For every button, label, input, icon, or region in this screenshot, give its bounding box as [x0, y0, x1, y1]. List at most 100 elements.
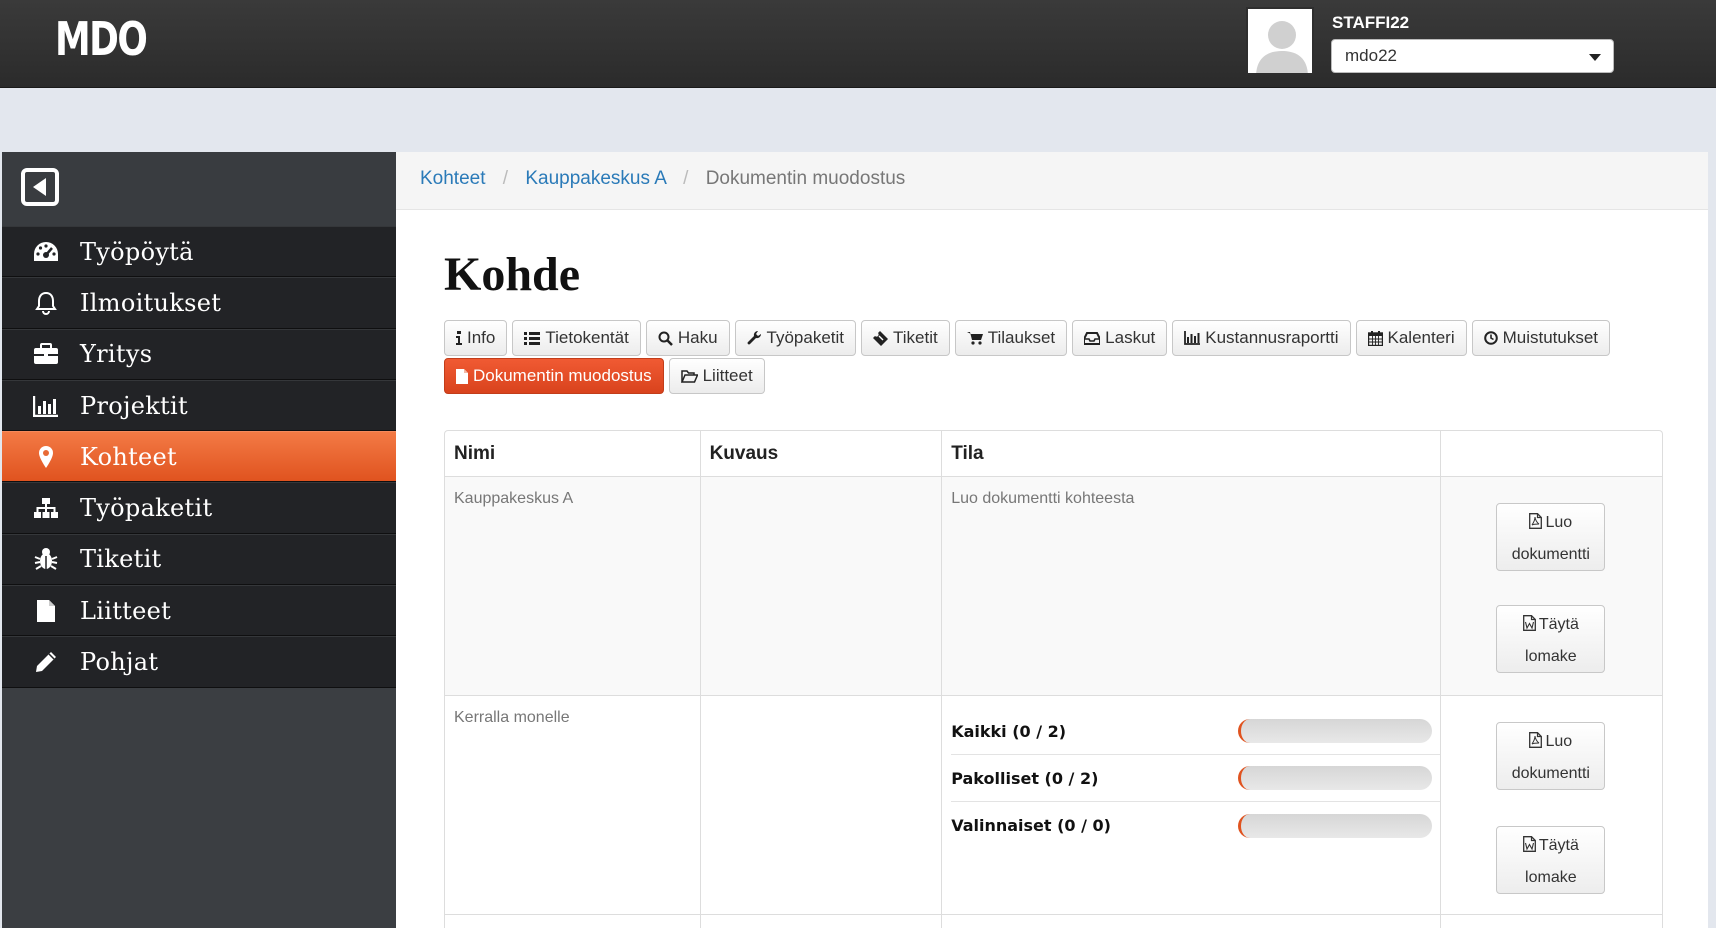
column-header-kuvaus: Kuvaus [701, 431, 943, 476]
tab-laskut[interactable]: Laskut [1072, 320, 1168, 356]
cell-description [701, 477, 943, 695]
tab-label: Laskut [1105, 328, 1156, 347]
tab-kalenteri[interactable]: Kalenteri [1355, 320, 1467, 356]
cell-empty [445, 915, 701, 928]
table-row: Kerralla monelle Kaikki (0 / 2) Pakollis… [445, 696, 1662, 915]
tab-bar: Info Tietokentät Haku Työpaketit Tiketit… [444, 320, 1684, 396]
sidebar-item-liitteet[interactable]: Liitteet [2, 585, 396, 637]
bug-icon [32, 545, 60, 573]
sidebar-item-label: Työpöytä [80, 237, 194, 266]
table-row [445, 915, 1662, 928]
sitemap-icon [32, 494, 60, 522]
action-label: dokumentti [1511, 765, 1590, 782]
tab-info[interactable]: Info [444, 320, 508, 356]
bar-chart-icon [1184, 331, 1201, 345]
collapse-sidebar-icon[interactable] [21, 168, 59, 206]
create-document-button[interactable]: Luo dokumentti [1496, 722, 1606, 790]
column-header-actions [1441, 431, 1662, 476]
tab-tilaukset[interactable]: Tilaukset [954, 320, 1068, 356]
sidebar-item-label: Liitteet [80, 596, 172, 625]
fill-form-button[interactable]: Täytä lomake [1496, 826, 1606, 894]
file-pdf-icon [1529, 729, 1543, 759]
cell-status: Luo dokumentti kohteesta [942, 477, 1442, 695]
file-pdf-icon [1529, 510, 1543, 540]
cell-empty [1441, 915, 1662, 928]
progress-row-valinnaiset: Valinnaiset (0 / 0) [951, 802, 1440, 849]
action-label: lomake [1525, 869, 1577, 886]
tab-label: Haku [677, 328, 718, 347]
action-label: dokumentti [1511, 546, 1590, 563]
tab-label: Muistutukset [1502, 328, 1599, 347]
tab-label: Tiketit [893, 328, 938, 347]
account-select[interactable]: mdo22 [1331, 39, 1614, 73]
folder-open-icon [680, 369, 698, 383]
inbox-icon [1084, 331, 1101, 345]
tab-haku[interactable]: Haku [645, 320, 730, 356]
sidebar-item-label: Kohteet [80, 442, 177, 471]
account-select-value: mdo22 [1345, 46, 1397, 65]
sidebar-item-label: Tiketit [80, 545, 162, 574]
sidebar-item-tyopaketit[interactable]: Työpaketit [2, 482, 396, 534]
sidebar-item-yritys[interactable]: Yritys [2, 328, 396, 380]
cart-icon [966, 331, 983, 345]
avatar[interactable] [1246, 7, 1314, 75]
cell-actions: Luo dokumentti Täytä lomake [1441, 477, 1662, 695]
breadcrumb-link-kohteet[interactable]: Kohteet [420, 168, 486, 189]
search-icon [658, 331, 673, 346]
file-icon [32, 597, 60, 625]
tab-tyopaketit[interactable]: Työpaketit [734, 320, 857, 356]
progress-bar [1238, 719, 1433, 743]
table-row: Kauppakeskus A Luo dokumentti kohteesta … [445, 477, 1662, 696]
tab-label: Tietokentät [545, 328, 629, 347]
sidebar: Työpöytä Ilmoitukset Yritys Projektit Ko… [2, 152, 396, 928]
progress-label: Kaikki (0 / 2) [951, 721, 1067, 741]
cell-description [701, 696, 943, 914]
fill-form-button[interactable]: Täytä lomake [1496, 605, 1606, 673]
progress-row-pakolliset: Pakolliset (0 / 2) [951, 755, 1441, 802]
action-label: Luo [1545, 514, 1573, 531]
sidebar-item-label: Työpaketit [80, 494, 213, 523]
action-label: lomake [1525, 648, 1577, 665]
action-label: Luo [1545, 733, 1573, 750]
cell-actions: Luo dokumentti Täytä lomake [1441, 696, 1662, 914]
file-word-icon [1522, 612, 1536, 642]
wrench-icon [747, 330, 762, 346]
tab-label: Dokumentin muodostus [473, 366, 652, 385]
tab-muistutukset[interactable]: Muistutukset [1471, 320, 1611, 356]
action-label: Täytä [1538, 837, 1579, 854]
tab-liitteet[interactable]: Liitteet [668, 358, 765, 394]
tab-tiketit[interactable]: Tiketit [861, 320, 950, 356]
sidebar-item-tyopoyta[interactable]: Työpöytä [2, 226, 396, 278]
progress-bar [1238, 766, 1433, 790]
action-label: Täytä [1538, 616, 1579, 633]
cell-progress: Kaikki (0 / 2) Pakolliset (0 / 2) Valinn… [942, 696, 1442, 914]
progress-label: Pakolliset (0 / 2) [951, 768, 1099, 788]
tab-dokumentin-muodostus[interactable]: Dokumentin muodostus [444, 358, 664, 394]
app-logo[interactable]: MDO [55, 12, 148, 66]
tab-kustannusraportti[interactable]: Kustannusraportti [1172, 320, 1351, 356]
sidebar-nav: Työpöytä Ilmoitukset Yritys Projektit Ko… [2, 226, 396, 688]
sidebar-item-projektit[interactable]: Projektit [2, 379, 396, 432]
cell-name: Kerralla monelle [445, 696, 701, 914]
tab-label: Kalenteri [1387, 328, 1455, 347]
breadcrumb-link-kohde[interactable]: Kauppakeskus A [525, 168, 666, 189]
tab-label: Liitteet [702, 366, 753, 385]
map-marker-icon [32, 443, 60, 471]
sidebar-item-ilmoitukset[interactable]: Ilmoitukset [2, 277, 396, 329]
progress-bar [1238, 813, 1433, 838]
tab-tietokentat[interactable]: Tietokentät [512, 320, 641, 356]
list-icon [524, 331, 541, 345]
sidebar-item-tiketit[interactable]: Tiketit [2, 533, 396, 586]
column-header-nimi: Nimi [445, 431, 701, 476]
create-document-button[interactable]: Luo dokumentti [1496, 503, 1606, 571]
sidebar-item-kohteet[interactable]: Kohteet [2, 431, 396, 483]
ticket-icon [873, 330, 889, 346]
bell-icon [32, 289, 60, 317]
breadcrumb-current: Dokumentin muodostus [705, 168, 906, 189]
breadcrumb: Kohteet / Kauppakeskus A / Dokumentin mu… [396, 152, 1708, 210]
top-bar: MDO STAFFI22 mdo22 [0, 0, 1716, 88]
cell-empty [701, 915, 943, 928]
sidebar-item-pohjat[interactable]: Pohjat [2, 636, 396, 688]
sidebar-item-label: Ilmoitukset [80, 288, 222, 317]
progress-row-kaikki: Kaikki (0 / 2) [951, 708, 1441, 755]
